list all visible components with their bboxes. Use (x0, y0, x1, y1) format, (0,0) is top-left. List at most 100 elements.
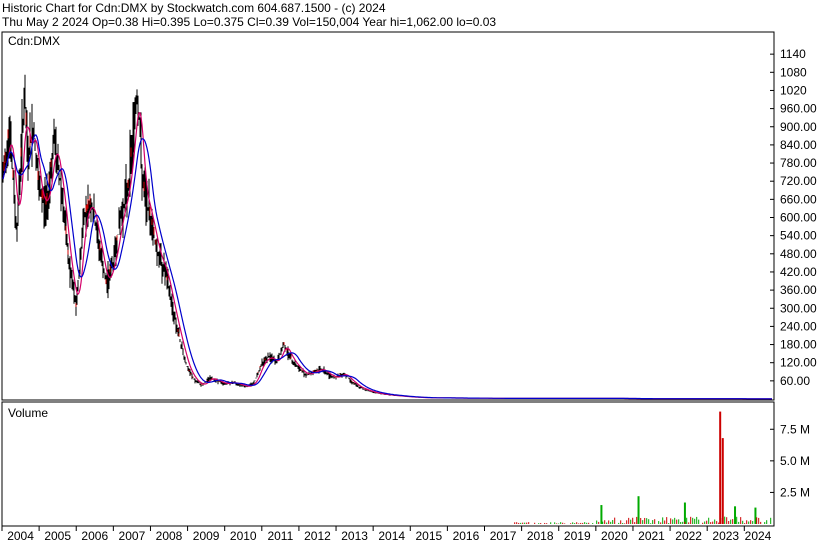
volume-bar (522, 522, 524, 524)
volume-bar (698, 519, 700, 524)
volume-panel-frame (1, 401, 775, 527)
volume-bar (670, 518, 672, 524)
volume-bar (526, 522, 528, 524)
volume-bar (562, 522, 564, 524)
volume-bar (628, 517, 630, 524)
volume-bar (644, 517, 646, 524)
volume-bar (660, 522, 662, 524)
volume-bar (719, 411, 722, 524)
price-tick-label: 1080 (780, 65, 807, 79)
volume-bar (572, 522, 574, 524)
volume-bar (556, 523, 558, 524)
volume-bar (684, 521, 686, 524)
price-tick-label: 720.00 (780, 174, 817, 188)
volume-bar (714, 519, 716, 524)
volume-bar (642, 520, 644, 524)
volume-bar (620, 520, 622, 524)
volume-bar (666, 517, 668, 524)
year-tick-label: 2018 (527, 529, 554, 543)
volume-bar (600, 505, 603, 524)
volume-bar (766, 520, 768, 524)
volume-bar (704, 521, 706, 524)
volume-bar (554, 522, 556, 524)
volume-tick-label: 2.5 M (780, 485, 810, 499)
volume-bar (692, 517, 694, 524)
volume-bar (718, 522, 720, 524)
volume-bar (538, 523, 540, 524)
volume-bar (652, 520, 654, 524)
volume-bar (574, 523, 576, 524)
volume-bar (622, 522, 624, 524)
volume-bar (520, 522, 522, 524)
price-tick-label: 1020 (780, 83, 807, 97)
year-tick-label: 2019 (564, 529, 591, 543)
volume-bar (646, 518, 648, 524)
year-tick-label: 2015 (415, 529, 442, 543)
volume-bar (682, 521, 684, 524)
volume-bar (630, 519, 632, 524)
year-tick-label: 2017 (490, 529, 517, 543)
volume-bar (516, 522, 518, 524)
volume-bar (560, 522, 562, 524)
year-tick-label: 2023 (712, 529, 739, 543)
volume-bar (592, 523, 594, 524)
y-tick-layer: 1140 1080 1020 960.00 900.00 840.00 780.00 720.… (770, 47, 817, 499)
price-tick-label: 540.00 (780, 229, 817, 243)
volume-bar (564, 523, 566, 524)
volume-bar (674, 517, 676, 524)
volume-bar (672, 519, 674, 524)
volume-bar (754, 507, 757, 524)
volume-bar (608, 520, 610, 524)
volume-bar (650, 523, 652, 524)
volume-bar (544, 522, 546, 524)
price-tick-label: 420.00 (780, 265, 817, 279)
symbol-label: Cdn:DMX (8, 34, 60, 48)
year-tick-label: 2020 (601, 529, 628, 543)
volume-bar (738, 521, 740, 524)
volume-bar (524, 522, 526, 524)
volume-bar (576, 522, 578, 524)
volume-bar (744, 523, 746, 524)
volume-bar (596, 520, 598, 524)
x-tick-layer: 2004 2005 2006 2007 2008 2009 2010 2011 2012 2013… (1, 526, 772, 543)
volume-bar (678, 519, 680, 524)
price-tick-label: 240.00 (780, 319, 817, 333)
year-tick-label: 2014 (378, 529, 405, 543)
volume-bar (710, 522, 712, 524)
volume-bar (668, 523, 670, 524)
volume-bar (694, 518, 696, 524)
volume-bar (750, 520, 752, 524)
volume-bar (528, 522, 530, 524)
price-panel-frame (1, 31, 775, 401)
volume-bar (580, 522, 582, 524)
year-tick-label: 2006 (81, 529, 108, 543)
volume-tick-label: 5.0 M (780, 454, 810, 468)
volume-bar (742, 520, 744, 524)
volume-bar (626, 520, 628, 524)
volume-bar (721, 438, 724, 524)
volume-bar (662, 517, 664, 524)
price-tick-label: 300.00 (780, 301, 817, 315)
year-tick-label: 2021 (638, 529, 665, 543)
price-tick-label: 360.00 (780, 283, 817, 297)
volume-bar (534, 522, 536, 524)
volume-bar (640, 517, 642, 524)
volume-bar (618, 522, 620, 524)
year-tick-label: 2011 (267, 529, 293, 543)
volume-label: Volume (8, 406, 48, 420)
volume-bar (586, 522, 588, 524)
volume-bar (570, 523, 572, 524)
volume-bar (720, 517, 722, 524)
volume-bar (634, 522, 636, 524)
volume-bar (760, 521, 762, 524)
year-tick-label: 2013 (341, 529, 368, 543)
volume-bar (708, 517, 710, 524)
volume-bar (726, 517, 728, 524)
stock-chart: 1140 1080 1020 960.00 900.00 840.00 780.00 720.… (1, 31, 817, 543)
volume-bar (758, 517, 760, 524)
volume-bar (578, 523, 580, 524)
volume-bar (624, 523, 626, 524)
volume-bar (770, 517, 772, 524)
volume-bar (610, 521, 612, 524)
volume-bar (514, 522, 516, 524)
